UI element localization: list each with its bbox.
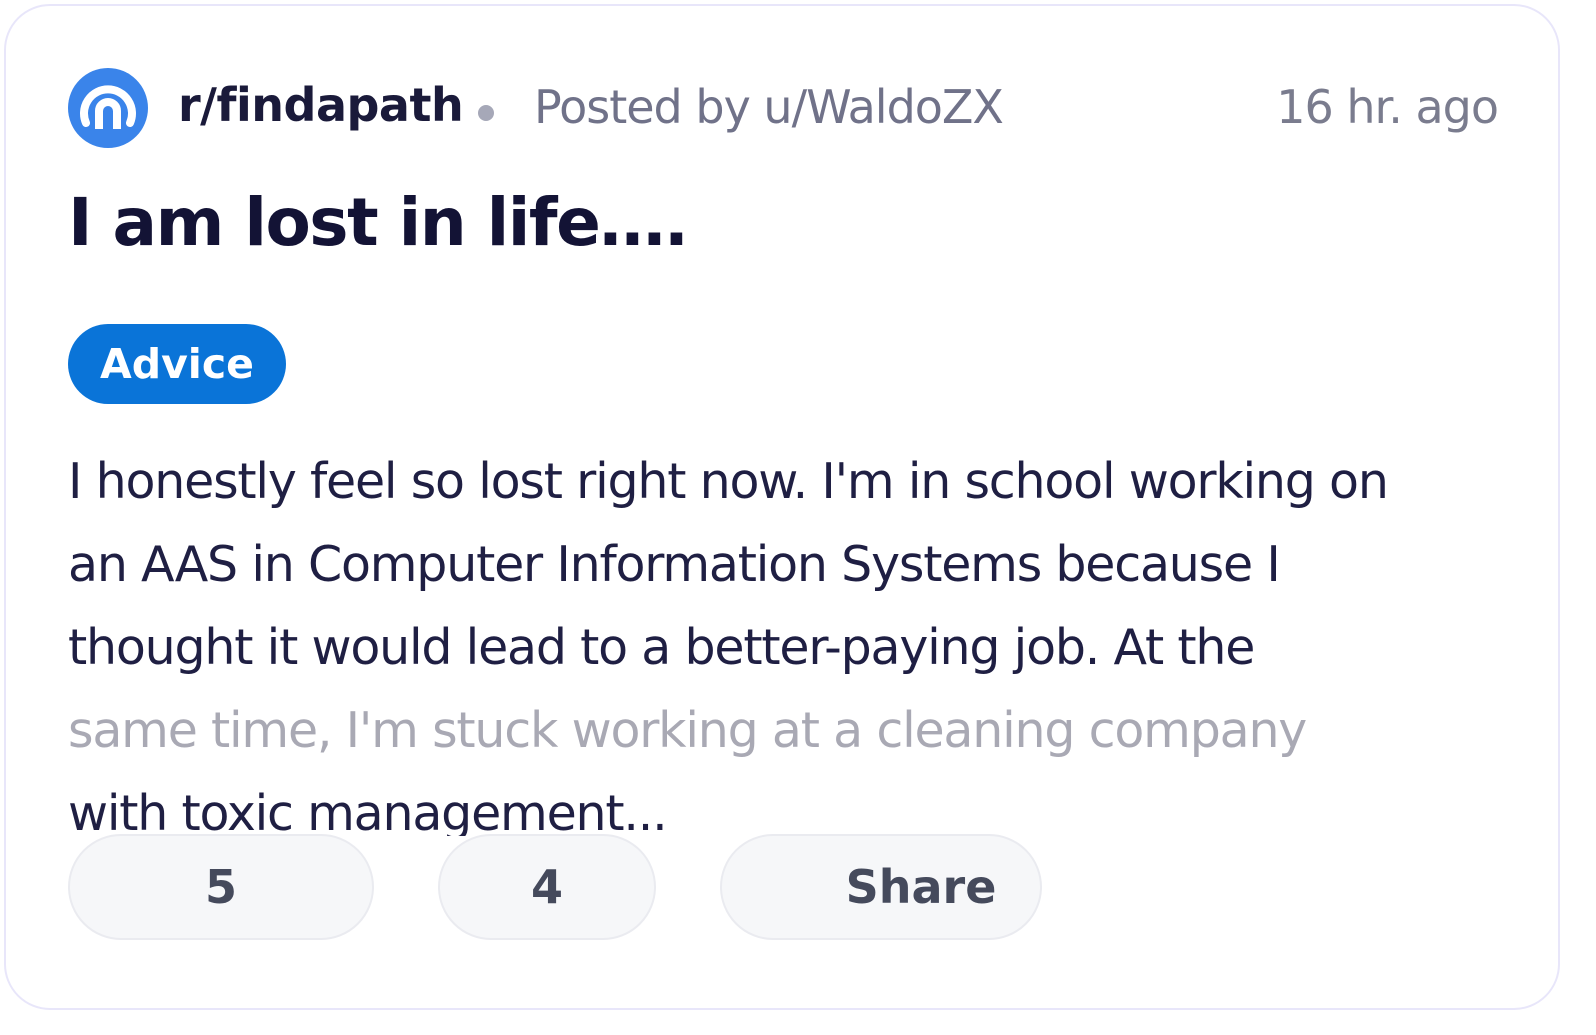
posted-by-author[interactable]: Posted by u/WaldoZX	[534, 80, 1004, 134]
flair-badge[interactable]: Advice	[68, 324, 286, 404]
body-line: an AAS in Computer Information Systems b…	[68, 536, 1281, 593]
subreddit-logo-icon[interactable]	[68, 68, 148, 148]
post-title[interactable]: I am lost in life….	[68, 184, 689, 261]
body-line: with toxic management...	[68, 785, 668, 836]
comment-count: 4	[530, 860, 563, 914]
subreddit-name[interactable]: r/findapath	[178, 78, 464, 132]
body-line: same time, I'm stuck working at a cleani…	[68, 702, 1307, 759]
post-header: r/findapath Posted by u/WaldoZX 16 hr. a…	[68, 68, 1499, 150]
separator-dot	[478, 105, 494, 121]
body-line: thought it would lead to a better-paying…	[68, 619, 1255, 676]
comments-button[interactable]: 4	[438, 834, 656, 940]
body-line: I honestly feel so lost right now. I'm i…	[68, 453, 1389, 510]
post-body[interactable]: I honestly feel so lost right now. I'm i…	[68, 440, 1508, 836]
share-label: Share	[845, 860, 997, 914]
upvote-button[interactable]: 5	[68, 834, 374, 940]
share-button[interactable]: Share	[720, 834, 1042, 940]
upvote-count: 5	[204, 860, 237, 914]
post-timestamp: 16 hr. ago	[1276, 80, 1499, 134]
